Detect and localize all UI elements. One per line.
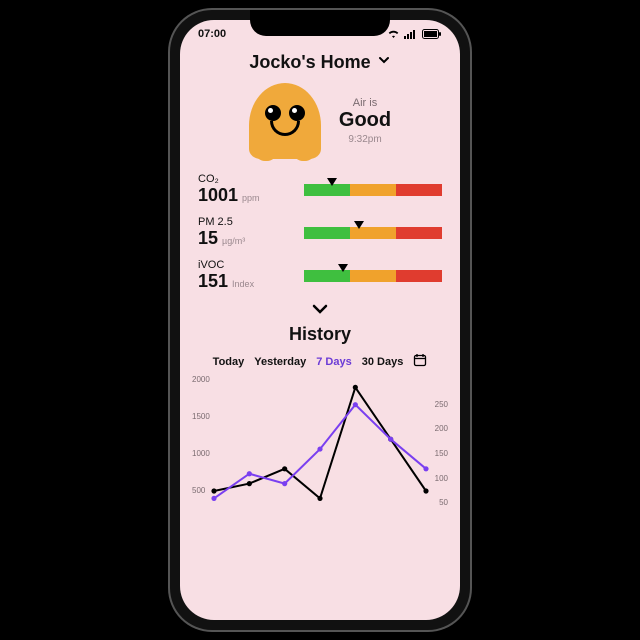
metric-name: CO₂ [198, 173, 294, 185]
battery-icon [422, 29, 442, 39]
metric-marker-icon [354, 221, 364, 229]
history-tab[interactable]: 30 Days [362, 356, 404, 368]
calendar-icon[interactable] [413, 353, 427, 370]
chart-right-tick: 250 [435, 400, 448, 409]
chart-left-tick: 500 [192, 486, 205, 495]
metric-row[interactable]: iVOC151 Index [198, 259, 442, 292]
chart-right-tick: 200 [435, 424, 448, 433]
chart-right-tick: 50 [439, 498, 448, 507]
metric-row[interactable]: CO₂1001 ppm [198, 173, 442, 206]
signal-icon [404, 29, 418, 39]
notch [250, 10, 390, 36]
history-tab[interactable]: Yesterday [254, 356, 306, 368]
air-status: Good [339, 109, 391, 132]
chart-right-tick: 150 [435, 449, 448, 458]
metric-value: 151 [198, 271, 228, 292]
air-summary: Air is Good 9:32pm [339, 97, 391, 145]
metric-unit: ppm [242, 193, 260, 203]
location-title: Jocko's Home [249, 52, 370, 73]
metric-info: CO₂1001 ppm [198, 173, 294, 206]
metric-marker-icon [327, 178, 337, 186]
metric-unit: µg/m³ [222, 236, 245, 246]
metric-value: 15 [198, 228, 218, 249]
metric-info: iVOC151 Index [198, 259, 294, 292]
chevron-down-icon [377, 53, 391, 72]
wifi-icon [387, 29, 400, 39]
metric-info: PM 2.515 µg/m³ [198, 216, 294, 249]
metrics-list: CO₂1001 ppm PM 2.515 µg/m³ iVOC151 Index [198, 173, 442, 292]
metric-name: iVOC [198, 259, 294, 271]
expand-button[interactable] [180, 302, 460, 316]
metric-name: PM 2.5 [198, 216, 294, 228]
metric-unit: Index [232, 279, 254, 289]
chart-left-tick: 2000 [192, 375, 210, 384]
metric-bar [304, 270, 442, 282]
metric-bar [304, 227, 442, 239]
history-tab[interactable]: Today [213, 356, 245, 368]
air-label: Air is [339, 97, 391, 109]
location-selector[interactable]: Jocko's Home [180, 52, 460, 73]
history-tab[interactable]: 7 Days [316, 356, 351, 368]
metric-bar [304, 184, 442, 196]
mascot-icon [249, 83, 321, 159]
history-chart[interactable]: 500 1000 1500 2000 50 100 150 200 250 [190, 374, 450, 534]
chart-left-tick: 1000 [192, 449, 210, 458]
history-tabs: Today Yesterday 7 Days 30 Days [180, 353, 460, 370]
metric-row[interactable]: PM 2.515 µg/m³ [198, 216, 442, 249]
chart-right-tick: 100 [435, 474, 448, 483]
app-screen: 07:00 Jocko's Home [180, 20, 460, 620]
history-title: History [180, 324, 460, 345]
hero: Air is Good 9:32pm [180, 83, 460, 159]
metric-marker-icon [338, 264, 348, 272]
metric-value: 1001 [198, 185, 238, 206]
status-time: 07:00 [198, 28, 226, 40]
chart-left-tick: 1500 [192, 412, 210, 421]
air-time: 9:32pm [339, 134, 391, 145]
status-indicators [387, 29, 442, 39]
phone-frame: 07:00 Jocko's Home [170, 10, 470, 630]
